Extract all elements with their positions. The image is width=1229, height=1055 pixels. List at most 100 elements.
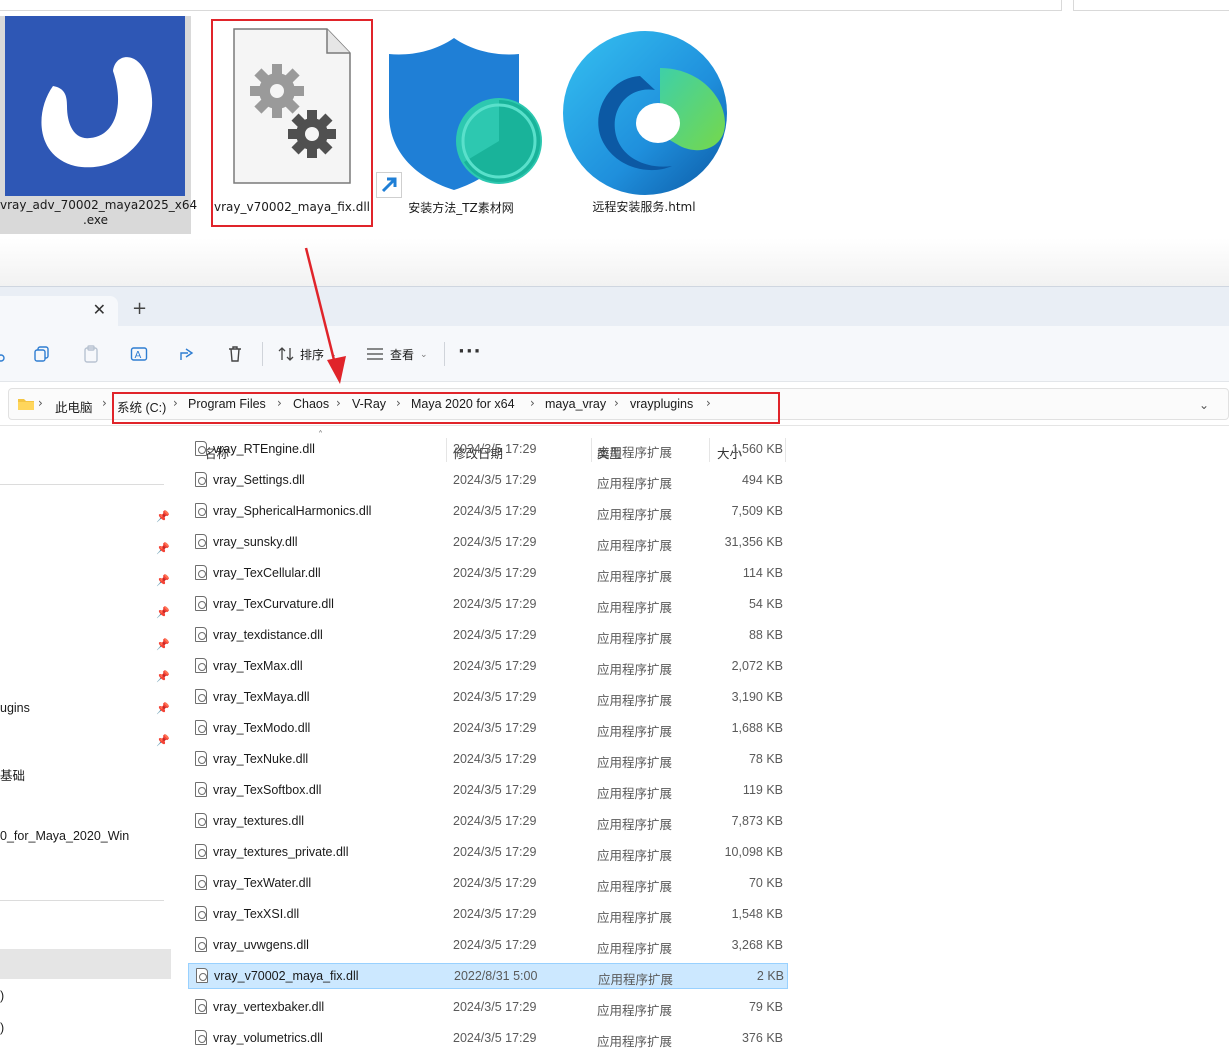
dll-file-icon bbox=[195, 689, 207, 704]
cut-icon[interactable] bbox=[0, 343, 16, 365]
table-row[interactable]: vray_TexModo.dll 2024/3/5 17:29 应用程序扩展 1,68… bbox=[188, 713, 788, 744]
table-row[interactable]: vray_volumetrics.dll 2024/3/5 17:29 应用程序扩展… bbox=[188, 1023, 788, 1054]
table-row[interactable]: vray_texdistance.dll 2024/3/5 17:29 应用程序扩展… bbox=[188, 620, 788, 651]
table-row[interactable]: vray_Settings.dll 2024/3/5 17:29 应用程序扩展 494… bbox=[188, 465, 788, 496]
table-row[interactable]: vray_uvwgens.dll 2024/3/5 17:29 应用程序扩展 3,26… bbox=[188, 930, 788, 961]
nav-item[interactable]: 0_for_Maya_2020_Win bbox=[0, 829, 129, 843]
nav-item[interactable]: ) bbox=[0, 1021, 4, 1035]
pin-icon[interactable]: 📌 bbox=[156, 510, 170, 523]
address-bar[interactable]: › 此电脑 › 系统 (C:) › Program Files › Chaos … bbox=[8, 388, 1229, 420]
pin-icon[interactable]: 📌 bbox=[156, 670, 170, 683]
file-name: vray_TexWater.dll bbox=[213, 876, 312, 890]
toolbar-divider bbox=[444, 342, 445, 366]
pin-icon[interactable]: 📌 bbox=[156, 606, 170, 619]
pin-icon[interactable]: 📌 bbox=[156, 702, 170, 715]
more-options-icon[interactable]: ··· bbox=[458, 341, 482, 362]
table-row[interactable]: vray_TexNuke.dll 2024/3/5 17:29 应用程序扩展 78 K… bbox=[188, 744, 788, 775]
file-explorer-window: ✕ + A 排序 ⌄ 查看 ⌄ ··· › 此电脑 › 系统 (C:) › Pr… bbox=[0, 286, 1229, 1055]
file-date: 2024/3/5 17:29 bbox=[453, 535, 537, 549]
desktop-icon-label: 远程安装服务.html bbox=[592, 200, 696, 214]
file-date: 2024/3/5 17:29 bbox=[453, 845, 537, 859]
breadcrumb-maya-2020[interactable]: Maya 2020 for x64 bbox=[411, 397, 515, 411]
file-size: 3,268 KB bbox=[731, 938, 783, 952]
nav-item-selected[interactable] bbox=[0, 949, 171, 979]
file-date: 2024/3/5 17:29 bbox=[453, 1000, 537, 1014]
chevron-down-icon: ⌄ bbox=[420, 348, 428, 359]
chevron-right-icon: › bbox=[38, 396, 43, 410]
file-type: 应用程序扩展 bbox=[597, 539, 673, 553]
breadcrumb-drive-c[interactable]: 系统 (C:) bbox=[117, 397, 166, 416]
close-icon[interactable]: ✕ bbox=[93, 300, 106, 320]
view-list-icon bbox=[367, 348, 383, 360]
file-size: 119 KB bbox=[742, 783, 783, 797]
nav-item[interactable]: 基础 bbox=[0, 765, 25, 784]
breadcrumb-program-files[interactable]: Program Files bbox=[188, 397, 266, 411]
paste-icon[interactable] bbox=[80, 343, 102, 365]
chevron-down-icon[interactable]: ⌄ bbox=[1199, 398, 1209, 412]
file-type: 应用程序扩展 bbox=[597, 694, 673, 708]
dll-file-icon bbox=[195, 813, 207, 828]
table-row[interactable]: vray_TexCurvature.dll 2024/3/5 17:29 应用程序扩… bbox=[188, 589, 788, 620]
file-size: 70 KB bbox=[748, 876, 783, 890]
breadcrumb-this-pc[interactable]: 此电脑 bbox=[55, 397, 93, 416]
table-row-selected[interactable]: vray_v70002_maya_fix.dll 2022/8/31 5:00 应用… bbox=[188, 963, 788, 989]
file-date: 2024/3/5 17:29 bbox=[453, 442, 537, 456]
desktop-icon-vray-installer[interactable]: vray_adv_70002_maya2025_x64 .exe bbox=[0, 16, 197, 234]
file-date: 2024/3/5 17:29 bbox=[453, 876, 537, 890]
file-size: 31,356 KB bbox=[724, 535, 783, 549]
table-row[interactable]: vray_TexMax.dll 2024/3/5 17:29 应用程序扩展 2,072… bbox=[188, 651, 788, 682]
rename-icon[interactable]: A bbox=[128, 343, 150, 365]
dll-file-icon bbox=[195, 937, 207, 952]
breadcrumb-chaos[interactable]: Chaos bbox=[293, 397, 329, 411]
sort-icon bbox=[278, 347, 294, 361]
file-type: 应用程序扩展 bbox=[597, 1004, 673, 1018]
file-name: vray_v70002_maya_fix.dll bbox=[214, 969, 359, 983]
pin-icon[interactable]: 📌 bbox=[156, 638, 170, 651]
toolbar-divider bbox=[262, 342, 263, 366]
delete-icon[interactable] bbox=[224, 343, 246, 365]
dll-file-icon bbox=[196, 968, 208, 983]
new-tab-plus-icon[interactable]: + bbox=[132, 299, 147, 319]
breadcrumb-vray[interactable]: V-Ray bbox=[352, 397, 386, 411]
table-row[interactable]: vray_TexMaya.dll 2024/3/5 17:29 应用程序扩展 3,19… bbox=[188, 682, 788, 713]
vray-logo-icon bbox=[5, 16, 185, 196]
desktop-icon-dll[interactable]: vray_v70002_maya_fix.dll bbox=[211, 19, 373, 227]
table-row[interactable]: vray_SphericalHarmonics.dll 2024/3/5 17:2… bbox=[188, 496, 788, 527]
nav-item[interactable]: ) bbox=[0, 989, 4, 1003]
file-type: 应用程序扩展 bbox=[597, 570, 673, 584]
share-icon[interactable] bbox=[176, 343, 198, 365]
pin-icon[interactable]: 📌 bbox=[156, 734, 170, 747]
copy-icon[interactable] bbox=[31, 343, 53, 365]
file-type: 应用程序扩展 bbox=[597, 1035, 673, 1049]
table-row[interactable]: vray_TexSoftbox.dll 2024/3/5 17:29 应用程序扩展 1… bbox=[188, 775, 788, 806]
folder-icon bbox=[17, 397, 35, 415]
file-type: 应用程序扩展 bbox=[597, 632, 673, 646]
table-row[interactable]: vray_sunsky.dll 2024/3/5 17:29 应用程序扩展 31,35… bbox=[188, 527, 788, 558]
window-edge bbox=[1073, 0, 1229, 11]
file-size: 1,560 KB bbox=[731, 442, 783, 456]
pin-icon[interactable]: 📌 bbox=[156, 574, 170, 587]
table-row[interactable]: vray_TexXSI.dll 2024/3/5 17:29 应用程序扩展 1,548… bbox=[188, 899, 788, 930]
view-button[interactable]: 查看 ⌄ bbox=[366, 343, 428, 365]
table-row[interactable]: vray_textures_private.dll 2024/3/5 17:29 应… bbox=[188, 837, 788, 868]
table-row[interactable]: vray_vertexbaker.dll 2024/3/5 17:29 应用程序扩展… bbox=[188, 992, 788, 1023]
file-type: 应用程序扩展 bbox=[597, 911, 673, 925]
nav-item[interactable]: ugins bbox=[0, 701, 30, 715]
table-row[interactable]: vray_textures.dll 2024/3/5 17:29 应用程序扩展 7,8… bbox=[188, 806, 788, 837]
table-row[interactable]: vray_TexWater.dll 2024/3/5 17:29 应用程序扩展 70 … bbox=[188, 868, 788, 899]
desktop-icon-shortcut[interactable]: 安装方法_TZ素材网 bbox=[376, 34, 546, 224]
breadcrumb-maya-vray[interactable]: maya_vray bbox=[545, 397, 606, 411]
breadcrumb-vrayplugins[interactable]: vrayplugins bbox=[630, 397, 693, 411]
file-name: vray_vertexbaker.dll bbox=[213, 1000, 325, 1014]
nav-divider bbox=[0, 484, 164, 485]
chevron-down-icon: ⌄ bbox=[330, 349, 337, 359]
table-row[interactable]: vray_TexCellular.dll 2024/3/5 17:29 应用程序扩展… bbox=[188, 558, 788, 589]
file-date: 2024/3/5 17:29 bbox=[453, 814, 537, 828]
file-size: 7,509 KB bbox=[731, 504, 783, 518]
sort-button[interactable]: 排序 ⌄ bbox=[278, 343, 337, 365]
tab-current[interactable]: ✕ bbox=[0, 296, 118, 327]
chevron-right-icon: › bbox=[530, 396, 535, 410]
pin-icon[interactable]: 📌 bbox=[156, 542, 170, 555]
table-row[interactable]: vray_RTEngine.dll 2024/3/5 17:29 应用程序扩展 1,5… bbox=[188, 434, 788, 465]
desktop-icon-html[interactable]: 远程安装服务.html bbox=[558, 28, 730, 224]
